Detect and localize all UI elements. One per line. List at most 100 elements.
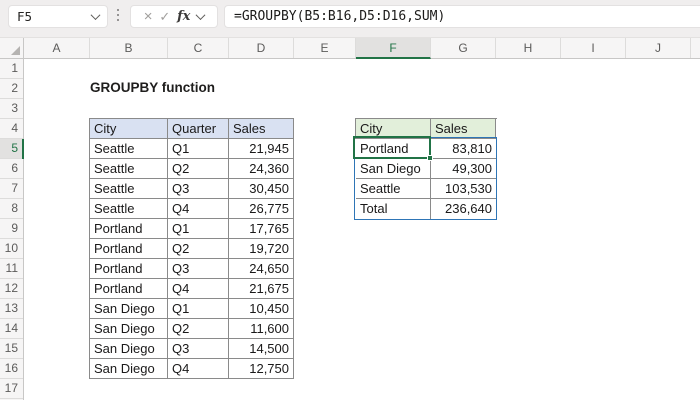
- cell[interactable]: 19,720: [229, 239, 294, 259]
- column-header-g[interactable]: G: [431, 38, 496, 58]
- column-header-b[interactable]: B: [90, 38, 168, 58]
- cell[interactable]: Portland: [90, 279, 168, 299]
- row-header-1[interactable]: 1: [0, 59, 23, 79]
- row-header-4[interactable]: 4: [0, 119, 23, 139]
- row-header-16[interactable]: 16: [0, 359, 23, 379]
- cell[interactable]: Q1: [168, 299, 229, 319]
- cell[interactable]: Q3: [168, 339, 229, 359]
- cell[interactable]: Seattle: [90, 179, 168, 199]
- cell[interactable]: 236,640: [431, 199, 496, 219]
- cell[interactable]: 21,675: [229, 279, 294, 299]
- cell[interactable]: Q1: [168, 139, 229, 159]
- cell[interactable]: Seattle: [90, 139, 168, 159]
- name-box[interactable]: F5: [8, 5, 108, 28]
- row-header-2[interactable]: 2: [0, 79, 23, 99]
- row-header-13[interactable]: 13: [0, 299, 23, 319]
- cell[interactable]: Portland: [90, 219, 168, 239]
- cell[interactable]: 14,500: [229, 339, 294, 359]
- cell[interactable]: Q4: [168, 279, 229, 299]
- more-options-dots-icon: [117, 9, 119, 21]
- select-all-triangle-icon: [11, 46, 20, 55]
- row-header-11[interactable]: 11: [0, 259, 23, 279]
- cell[interactable]: Portland: [90, 239, 168, 259]
- cell[interactable]: Q1: [168, 219, 229, 239]
- formula-bar: F5 × ✓ fx =GROUPBY(B5:B16,D5:D16,SUM): [0, 0, 700, 38]
- row-header-14[interactable]: 14: [0, 319, 23, 339]
- name-box-value: F5: [17, 9, 33, 24]
- cell[interactable]: 103,530: [431, 179, 496, 199]
- row-header-5[interactable]: 5: [0, 139, 24, 159]
- result-table-data: Portland 83,810 San Diego 49,300 Seattle 103,…: [356, 139, 496, 219]
- column-header-j[interactable]: J: [626, 38, 691, 58]
- column-header-d[interactable]: D: [229, 38, 294, 58]
- cell[interactable]: San Diego: [90, 319, 168, 339]
- column-header-a[interactable]: A: [24, 38, 90, 58]
- column-header-row: ABCDEFGHIJ: [24, 38, 700, 59]
- cell[interactable]: San Diego: [356, 159, 431, 179]
- sheet-area[interactable]: GROUPBY function City Quarter Sales Seattle…: [24, 59, 700, 400]
- cell[interactable]: 11,600: [229, 319, 294, 339]
- cell[interactable]: 17,765: [229, 219, 294, 239]
- row-header-12[interactable]: 12: [0, 279, 23, 299]
- chevron-down-icon[interactable]: [195, 10, 206, 21]
- cell[interactable]: Q2: [168, 239, 229, 259]
- cell[interactable]: 24,650: [229, 259, 294, 279]
- column-header-e[interactable]: E: [294, 38, 356, 58]
- enter-icon[interactable]: ✓: [159, 10, 170, 23]
- fill-handle[interactable]: [427, 155, 433, 161]
- row-header-column: 1 2 3 4 5 6 7 8 9 10 11 12 13 14 15 16 17: [0, 59, 24, 400]
- cell[interactable]: Sales: [431, 119, 496, 139]
- cell[interactable]: Q3: [168, 259, 229, 279]
- cell[interactable]: Seattle: [90, 159, 168, 179]
- cell[interactable]: 83,810: [431, 139, 496, 159]
- excel-window: F5 × ✓ fx =GROUPBY(B5:B16,D5:D16,SUM) AB…: [0, 0, 700, 400]
- row-header-9[interactable]: 9: [0, 219, 23, 239]
- column-header-spacer: [691, 38, 700, 58]
- row-header-3[interactable]: 3: [0, 99, 23, 119]
- column-header-f[interactable]: F: [356, 38, 431, 59]
- cell[interactable]: San Diego: [90, 359, 168, 379]
- cell[interactable]: City: [356, 119, 431, 139]
- column-header-c[interactable]: C: [168, 38, 229, 58]
- cell[interactable]: 49,300: [431, 159, 496, 179]
- cell[interactable]: San Diego: [90, 299, 168, 319]
- cell[interactable]: Q4: [168, 199, 229, 219]
- cancel-icon[interactable]: ×: [144, 9, 153, 24]
- cell[interactable]: Total: [356, 199, 431, 219]
- cell[interactable]: Quarter: [168, 119, 229, 139]
- row-header-15[interactable]: 15: [0, 339, 23, 359]
- cell[interactable]: City: [90, 119, 168, 139]
- formula-text: =GROUPBY(B5:B16,D5:D16,SUM): [234, 9, 446, 24]
- cell[interactable]: 26,775: [229, 199, 294, 219]
- cell[interactable]: 30,450: [229, 179, 294, 199]
- cell[interactable]: Q2: [168, 319, 229, 339]
- cell[interactable]: Q2: [168, 159, 229, 179]
- row-header-8[interactable]: 8: [0, 199, 23, 219]
- chevron-down-icon[interactable]: [90, 10, 101, 21]
- cell[interactable]: Seattle: [90, 199, 168, 219]
- formula-input[interactable]: =GROUPBY(B5:B16,D5:D16,SUM): [224, 5, 700, 28]
- cell[interactable]: 10,450: [229, 299, 294, 319]
- source-table: City Quarter Sales Seattle Q1 21,945 Seattle Q2…: [89, 118, 294, 379]
- cell[interactable]: Sales: [229, 119, 294, 139]
- sheet-title: GROUPBY function: [90, 80, 216, 95]
- row-header-10[interactable]: 10: [0, 239, 23, 259]
- cell[interactable]: Seattle: [356, 179, 431, 199]
- row-header-6[interactable]: 6: [0, 159, 23, 179]
- row-header-17[interactable]: 17: [0, 379, 23, 399]
- cell[interactable]: Portland: [356, 139, 431, 159]
- cell[interactable]: 12,750: [229, 359, 294, 379]
- select-all-corner[interactable]: [0, 38, 24, 59]
- cell[interactable]: Portland: [90, 259, 168, 279]
- column-header-i[interactable]: I: [561, 38, 626, 58]
- cell[interactable]: San Diego: [90, 339, 168, 359]
- cell[interactable]: Q3: [168, 179, 229, 199]
- cell[interactable]: 21,945: [229, 139, 294, 159]
- insert-function-icon[interactable]: fx: [177, 9, 190, 24]
- formula-controls: × ✓ fx: [130, 5, 218, 28]
- cell[interactable]: Q4: [168, 359, 229, 379]
- row-header-7[interactable]: 7: [0, 179, 23, 199]
- cell[interactable]: 24,360: [229, 159, 294, 179]
- column-header-h[interactable]: H: [496, 38, 561, 58]
- result-table-header: City Sales: [355, 118, 497, 139]
